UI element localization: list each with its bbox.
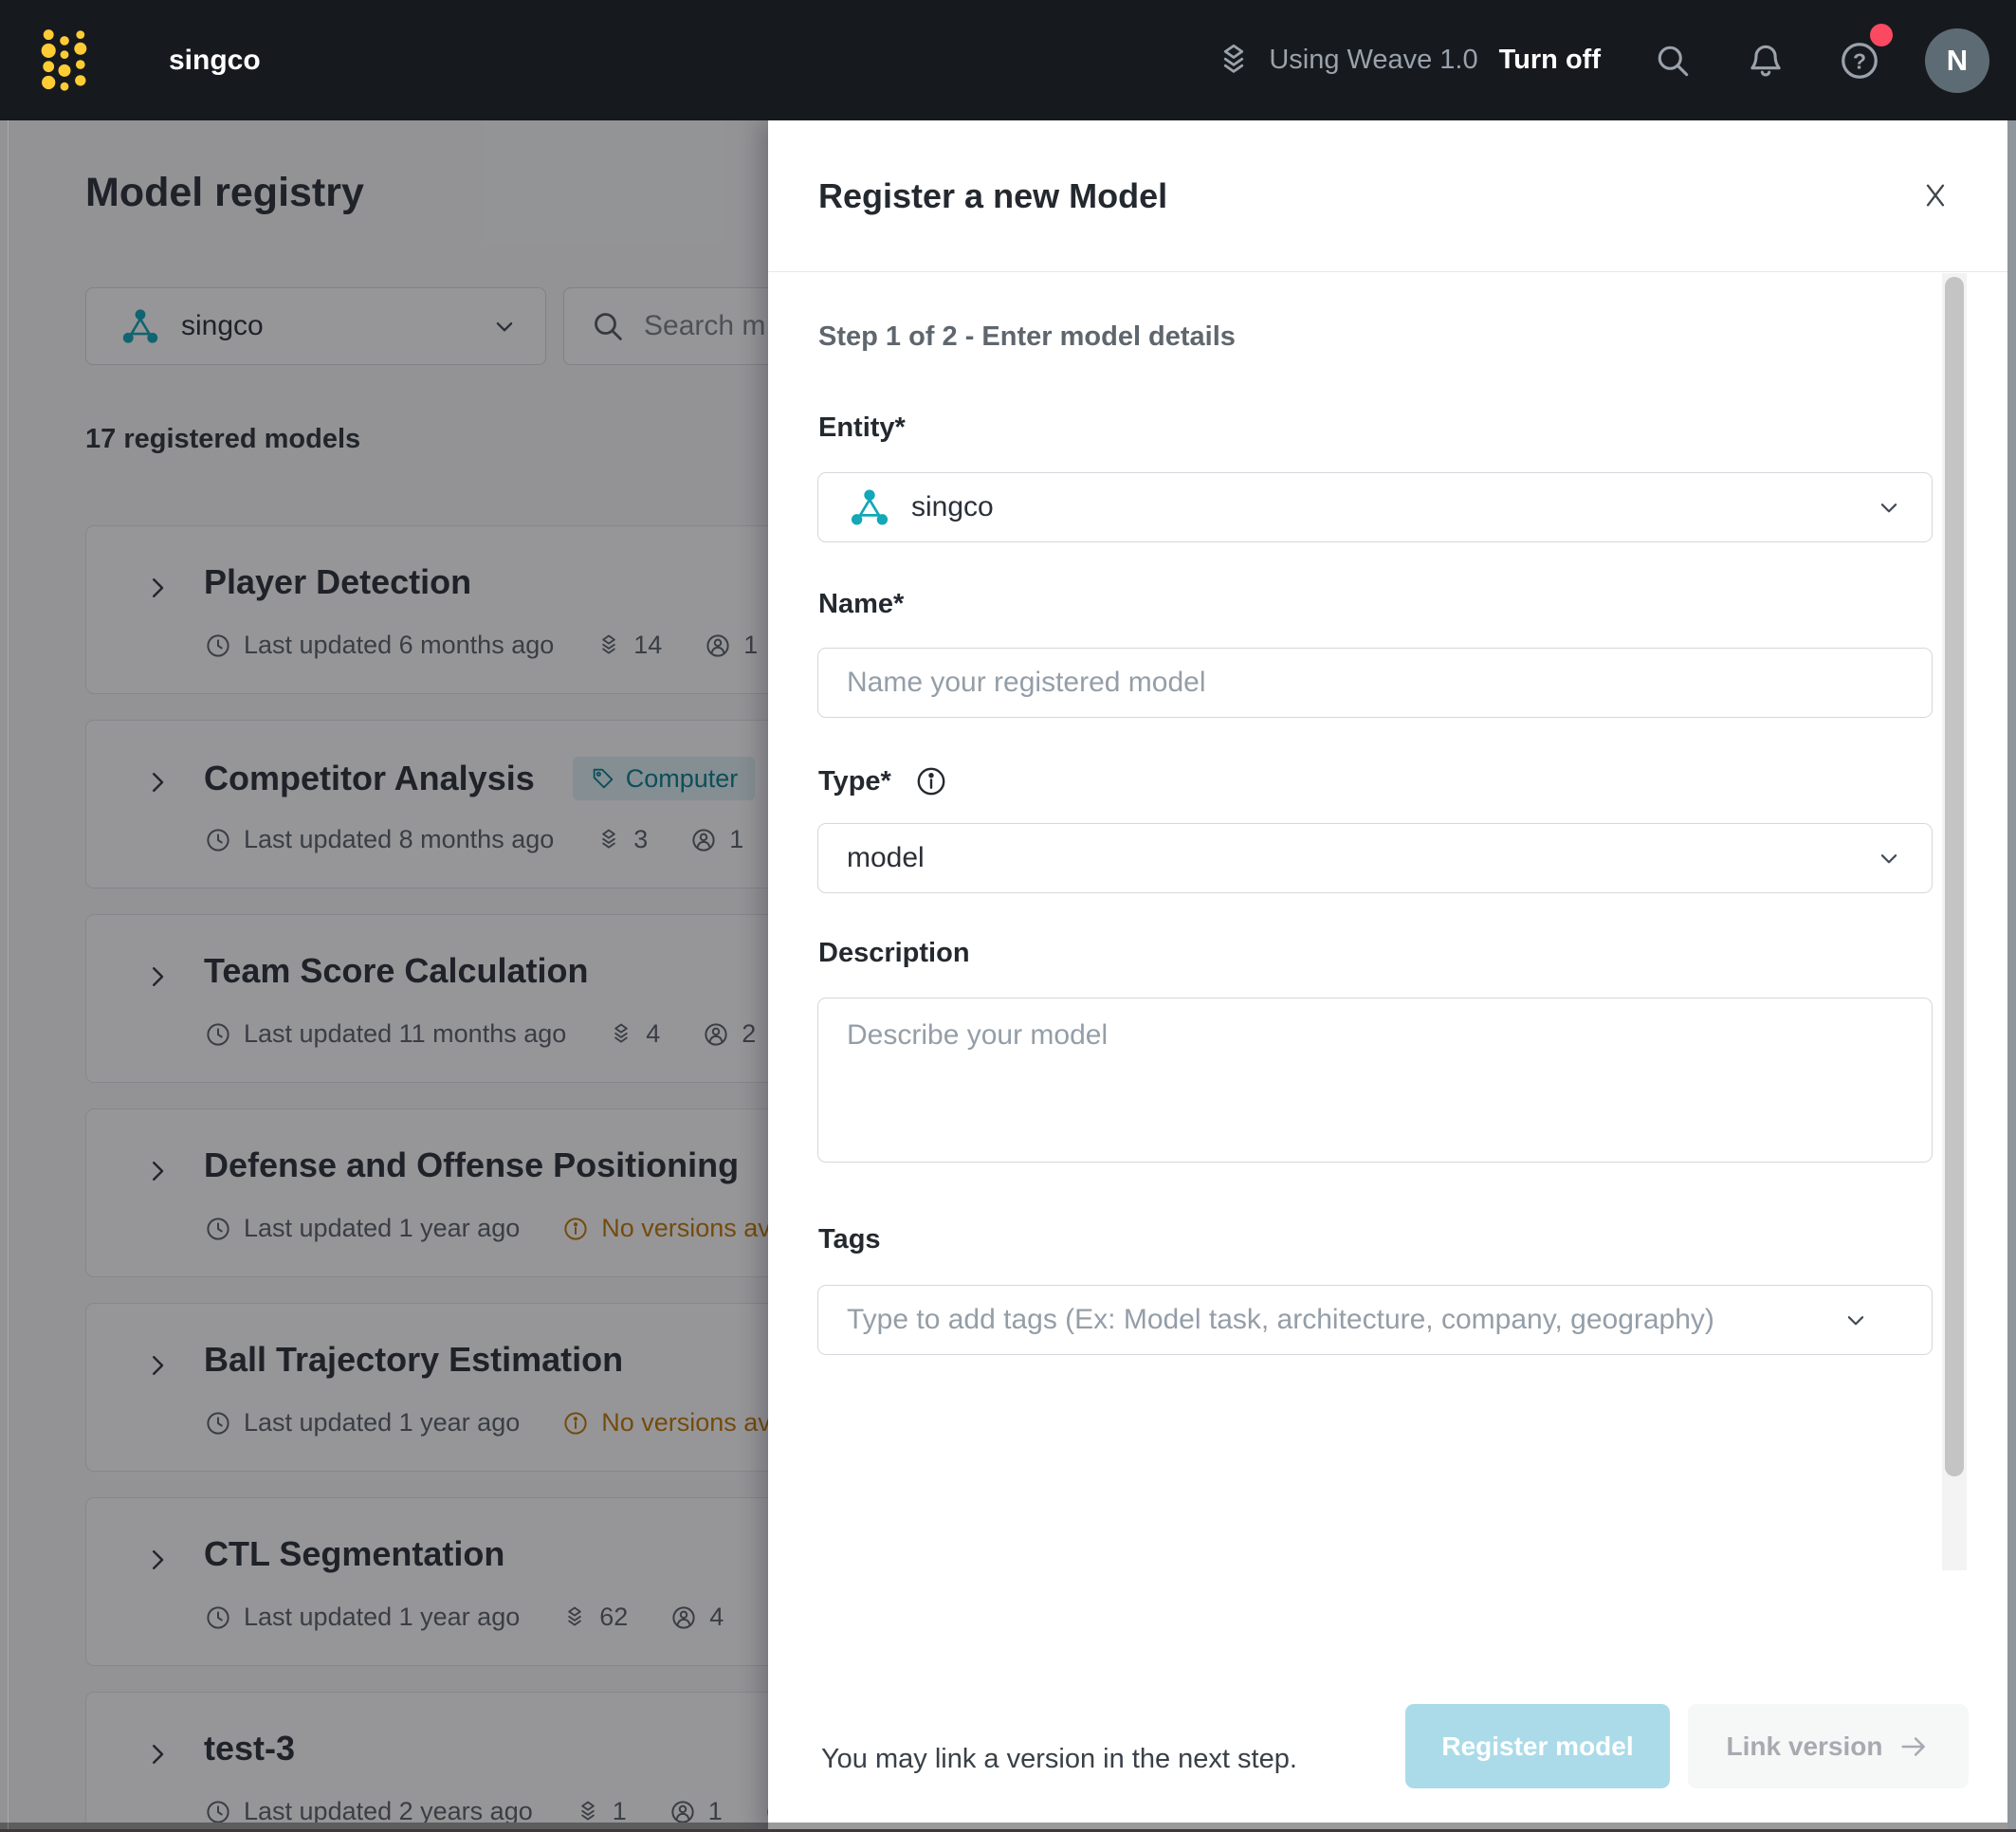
weave-status-label: Using Weave 1.0 [1269,45,1478,75]
description-label: Description [818,938,970,968]
layers-icon [1224,44,1244,73]
app-screen: singco Using Weave 1.0 Turn off ? N Mode… [0,0,2016,1832]
arrow-right-icon [1901,1736,1926,1756]
link-version-label: Link version [1726,1731,1883,1761]
notification-dot [1870,23,1893,46]
entity-select[interactable]: singco [817,472,1933,542]
close-icon[interactable] [1917,177,1953,218]
horizontal-scrollbar[interactable] [768,1823,2016,1829]
tags-label: Tags [818,1224,881,1255]
window-vertical-scrollbar[interactable] [2007,120,2016,1832]
modal-scrollbar-thumb[interactable] [1945,277,1964,1476]
link-version-button[interactable]: Link version [1688,1704,1969,1788]
modal-title: Register a new Model [818,176,1168,215]
window-left-edge [8,120,9,1832]
navbar-right-group: Using Weave 1.0 Turn off ? N [1214,0,1989,120]
type-label: Type* [818,764,948,798]
chevron-down-icon [1873,491,1905,523]
entity-select-value: singco [911,491,994,522]
team-entity-icon [849,486,890,528]
name-label: Name* [818,589,905,619]
chevron-down-icon[interactable] [1840,1304,1872,1341]
navbar-app-title: singco [169,45,261,76]
help-icon[interactable]: ? [1838,23,1893,82]
weave-status: Using Weave 1.0 [1214,41,1478,81]
register-model-modal: Register a new Model Step 1 of 2 - Enter… [768,120,2016,1832]
type-select-value: model [847,842,925,873]
avatar[interactable]: N [1925,27,1989,93]
wandb-dots-logo-icon[interactable] [34,23,95,107]
entity-label: Entity* [818,412,906,443]
model-name-input[interactable] [817,648,1933,718]
type-select[interactable]: model [817,823,1933,893]
footer-hint: You may link a version in the next step. [821,1744,1297,1774]
model-description-textarea[interactable] [817,998,1933,1163]
svg-text:?: ? [1853,48,1866,73]
tags-input[interactable] [817,1285,1933,1355]
turn-off-button[interactable]: Turn off [1499,45,1601,76]
modal-header: Register a new Model [768,120,2016,272]
chevron-down-icon [1873,842,1905,874]
notifications-bell-icon[interactable] [1745,40,1787,82]
info-icon[interactable] [914,764,948,798]
step-indicator: Step 1 of 2 - Enter model details [818,321,1236,352]
register-model-button[interactable]: Register model [1405,1704,1670,1788]
top-navbar: singco Using Weave 1.0 Turn off ? N [0,0,2016,120]
search-icon[interactable] [1652,40,1694,82]
